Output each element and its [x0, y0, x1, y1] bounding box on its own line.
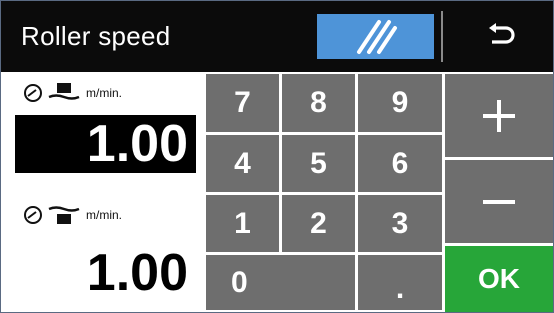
bottom-roller-speed-value[interactable]: 1.00 [15, 244, 196, 302]
speed-readouts: m/min. 1.00 m/min. 1.00 [1, 72, 204, 312]
increment-button[interactable] [445, 74, 553, 157]
key-5[interactable]: 5 [282, 135, 355, 192]
roller-bottom-icon [48, 206, 80, 224]
key-3[interactable]: 3 [358, 195, 442, 252]
top-roller-speed-value[interactable]: 1.00 [15, 115, 196, 173]
mode-toggle-button[interactable] [317, 14, 434, 59]
key-8[interactable]: 8 [282, 74, 355, 132]
decrement-button[interactable] [445, 160, 553, 243]
numeric-keypad: 7 8 9 4 5 6 1 2 3 0 . [204, 72, 444, 312]
key-6[interactable]: 6 [358, 135, 442, 192]
roller-top-icon [48, 83, 80, 100]
back-button[interactable] [453, 11, 548, 62]
header-divider [441, 11, 443, 62]
key-decimal-point[interactable]: . [358, 255, 442, 310]
timer-icon [24, 206, 42, 224]
key-9[interactable]: 9 [358, 74, 442, 132]
header-bar: Roller speed [1, 1, 553, 72]
back-arrow-icon [489, 23, 515, 44]
key-0[interactable]: 0 [206, 255, 355, 310]
key-2[interactable]: 2 [282, 195, 355, 252]
ok-button[interactable]: OK [445, 246, 553, 312]
diagonal-slash-icon [357, 20, 397, 54]
minus-icon [483, 199, 515, 204]
top-roller-label: m/min. [23, 76, 122, 110]
roller-speed-screen: Roller speed m/min. 1.00 m/min. 1.00 7 8… [0, 0, 554, 313]
plus-icon [483, 99, 515, 132]
bottom-roller-label: m/min. [23, 198, 122, 232]
speed-unit: m/min. [86, 86, 122, 100]
key-1[interactable]: 1 [206, 195, 279, 252]
speed-unit: m/min. [86, 208, 122, 222]
key-4[interactable]: 4 [206, 135, 279, 192]
timer-icon [24, 84, 42, 102]
key-7[interactable]: 7 [206, 74, 279, 132]
page-title: Roller speed [21, 21, 171, 51]
